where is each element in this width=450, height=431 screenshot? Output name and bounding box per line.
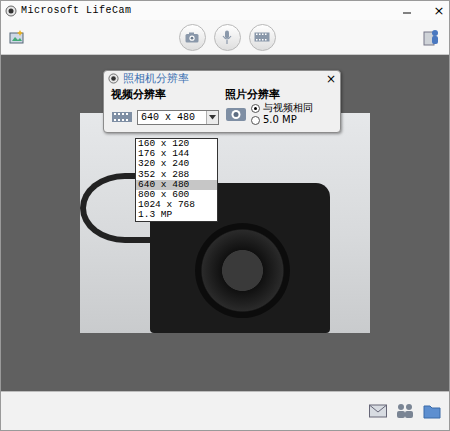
- select-value: 640 x 480: [141, 111, 206, 124]
- resolution-option[interactable]: 800 x 600: [136, 190, 217, 200]
- close-button[interactable]: ×: [433, 4, 445, 17]
- audio-button[interactable]: [214, 24, 241, 51]
- mail-icon[interactable]: [369, 404, 387, 418]
- video-resolution-dropdown[interactable]: 160 x 120176 x 144320 x 240352 x 288640 …: [135, 138, 218, 222]
- video-resolution-select[interactable]: 640 x 480: [137, 110, 219, 125]
- film-icon: [254, 32, 270, 42]
- microphone-icon: [222, 30, 232, 45]
- dropdown-arrow-icon[interactable]: [206, 111, 218, 124]
- radio-button[interactable]: [251, 116, 260, 125]
- video-resolution-label: 视频分辨率: [111, 88, 219, 102]
- resolution-dialog: 照相机分辨率 × 视频分辨率 640 x 480 照片分辨率: [103, 70, 341, 133]
- video-resolution-group: 视频分辨率 640 x 480: [111, 88, 219, 126]
- photo-option[interactable]: 与视频相同: [251, 102, 313, 114]
- people-icon[interactable]: [395, 403, 415, 419]
- dialog-close-button[interactable]: ×: [326, 73, 336, 85]
- video-button[interactable]: [249, 24, 276, 51]
- photo-resolution-group: 照片分辨率 与视频相同5.0 MP: [225, 88, 313, 126]
- preview-area: 照相机分辨率 × 视频分辨率 640 x 480 照片分辨率: [1, 55, 449, 391]
- photo-option-label: 5.0 MP: [263, 114, 297, 126]
- film-icon: [111, 109, 133, 125]
- webcam-icon: [108, 73, 119, 84]
- camera-preview-image: [80, 113, 370, 333]
- webcam-icon: [5, 5, 17, 17]
- folder-icon[interactable]: [423, 404, 441, 419]
- resolution-option[interactable]: 1.3 MP: [136, 210, 217, 220]
- photo-resolution-label: 照片分辨率: [225, 88, 313, 102]
- resolution-option[interactable]: 640 x 480: [136, 180, 217, 190]
- effects-icon[interactable]: [9, 29, 25, 45]
- lifecam-window: Microsoft LifeCam × 照相机分辨率 ×: [0, 0, 450, 431]
- dialog-title: 照相机分辨率: [123, 72, 189, 85]
- resolution-option[interactable]: 352 x 288: [136, 170, 217, 180]
- photo-option-label: 与视频相同: [263, 102, 313, 114]
- resolution-option[interactable]: 320 x 240: [136, 159, 217, 169]
- radio-button[interactable]: [251, 104, 260, 113]
- window-title: Microsoft LifeCam: [21, 3, 132, 18]
- resolution-option[interactable]: 160 x 120: [136, 139, 217, 149]
- dialog-header: 照相机分辨率 ×: [104, 71, 340, 86]
- exit-icon[interactable]: [423, 28, 441, 46]
- camera-icon: [185, 32, 199, 43]
- photo-button[interactable]: [179, 24, 206, 51]
- resolution-option[interactable]: 1024 x 768: [136, 200, 217, 210]
- photo-option[interactable]: 5.0 MP: [251, 114, 313, 126]
- resolution-option[interactable]: 176 x 144: [136, 149, 217, 159]
- title-bar: Microsoft LifeCam ×: [1, 1, 449, 20]
- dialog-body: 视频分辨率 640 x 480 照片分辨率 与视频相同5.0 MP: [104, 86, 340, 132]
- photo-resolution-options: 与视频相同5.0 MP: [251, 102, 313, 126]
- camera-icon: [225, 106, 247, 122]
- minimize-icon[interactable]: [401, 5, 413, 17]
- bottom-bar: [1, 391, 449, 430]
- toolbar: [1, 20, 449, 55]
